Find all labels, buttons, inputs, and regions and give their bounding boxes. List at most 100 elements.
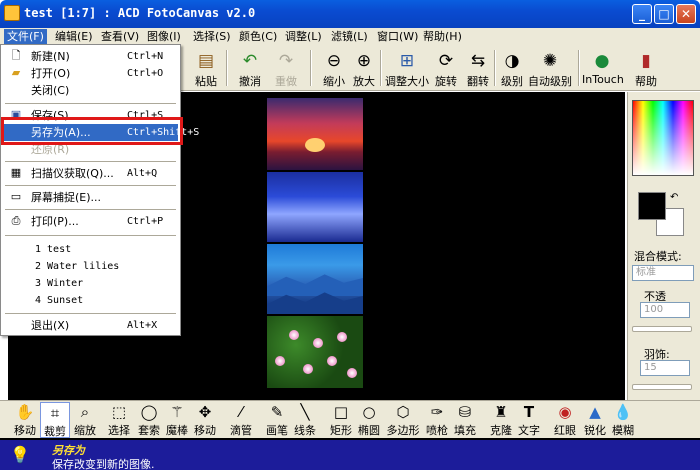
window-title: test [1:7] : ACD FotoCanvas v2.0 <box>24 6 256 20</box>
menu-item-recent-2[interactable]: 2 Water lilies <box>3 258 178 275</box>
menu-separator <box>5 235 176 236</box>
tool-clone[interactable]: ♜ 克隆 <box>486 402 516 438</box>
tool-label: 魔棒 <box>166 424 188 437</box>
foreground-color-swatch[interactable] <box>638 192 666 220</box>
menu-file[interactable]: 文件(F) <box>4 29 47 44</box>
sun-glow <box>305 138 325 152</box>
blur-icon: 💧 <box>613 403 633 421</box>
tool-label: 填充 <box>454 424 476 437</box>
lasso-icon: ◯ <box>140 403 158 421</box>
tool-airbrush[interactable]: ✑ 喷枪 <box>422 402 452 438</box>
lightbulb-icon: 💡 <box>10 445 30 464</box>
menu-item-recent-1[interactable]: 1 test <box>3 241 178 258</box>
menu-bar: 文件(F) 编辑(E) 查看(V) 图像(I) 选择(S) 颜色(C) 调整(L… <box>0 28 700 45</box>
levels-button[interactable]: ◑ 级别 <box>492 48 532 88</box>
menu-help[interactable]: 帮助(H) <box>420 29 465 44</box>
menu-view[interactable]: 查看(V) <box>98 29 142 44</box>
hand-icon: ✋ <box>15 403 35 421</box>
toolbar-separator <box>310 50 312 86</box>
undo-button[interactable]: ↶ 撤消 <box>230 48 270 88</box>
menu-select[interactable]: 选择(S) <box>190 29 234 44</box>
eyedropper-icon: ⁄ <box>239 403 243 421</box>
toolbar-separator <box>380 50 382 86</box>
line-icon: ╲ <box>300 403 310 421</box>
status-description: 保存改变到新的图像. <box>52 458 155 470</box>
feather-slider[interactable] <box>632 384 692 390</box>
menu-separator <box>5 161 176 162</box>
redo-button[interactable]: ↷ 重做 <box>266 48 306 88</box>
resize-button[interactable]: ⊞ 调整大小 <box>384 48 430 88</box>
blend-mode-select[interactable]: 标准 <box>632 265 694 281</box>
tool-move[interactable]: ✥ 移动 <box>190 402 220 438</box>
lily-flower <box>337 332 347 342</box>
lily-flower <box>303 364 313 374</box>
tool-magic-wand[interactable]: ⚚ 魔棒 <box>162 402 192 438</box>
menu-adjust[interactable]: 调整(L) <box>282 29 325 44</box>
recent-file-label: 2 Water lilies <box>35 261 120 272</box>
tool-crop[interactable]: ⌗ 裁剪 <box>40 402 70 438</box>
menu-item-new[interactable]: 🗋 新建(N) Ctrl+N <box>3 48 178 65</box>
menu-item-scanner[interactable]: ▦ 扫描仪获取(Q)... Alt+Q <box>3 165 178 182</box>
auto-levels-button[interactable]: ✺ 自动级别 <box>528 48 572 88</box>
menu-item-screen-capture[interactable]: ▭ 屏幕捕捉(E)... <box>3 189 178 206</box>
rectangle-icon: □ <box>333 403 349 421</box>
close-button[interactable]: ✕ <box>676 4 696 24</box>
menu-item-close[interactable]: 关闭(C) <box>3 82 178 99</box>
tool-select[interactable]: ⬚ 选择 <box>104 402 134 438</box>
menu-window[interactable]: 窗口(W) <box>374 29 421 44</box>
lily-flower <box>327 356 337 366</box>
intouch-button[interactable]: ● InTouch <box>582 48 624 88</box>
swap-colors-icon[interactable]: ↶ <box>670 192 678 203</box>
tool-move-hand[interactable]: ✋ 移动 <box>10 402 40 438</box>
zoom-icon: ⌕ <box>80 403 90 421</box>
tool-polygon[interactable]: ⬡ 多边形 <box>384 402 422 438</box>
scanner-icon: ▦ <box>10 166 22 179</box>
menu-item-label: 新建(N) <box>31 50 70 63</box>
printer-icon: ⎙ <box>11 214 21 227</box>
tool-text[interactable]: T 文字 <box>514 402 544 438</box>
tool-blur[interactable]: 💧 模糊 <box>608 402 638 438</box>
menu-edit[interactable]: 编辑(E) <box>52 29 96 44</box>
opacity-slider[interactable] <box>632 326 692 332</box>
menu-item-recent-4[interactable]: 4 Sunset <box>3 292 178 309</box>
menu-color[interactable]: 颜色(C) <box>236 29 280 44</box>
tool-zoom[interactable]: ⌕ 缩放 <box>70 402 100 438</box>
tool-eyedropper[interactable]: ⁄ 滴管 <box>226 402 256 438</box>
help-button[interactable]: ▮ 帮助 <box>626 48 666 88</box>
opacity-spinner[interactable]: 100 <box>640 302 690 318</box>
menu-filter[interactable]: 滤镜(L) <box>328 29 371 44</box>
tool-red-eye[interactable]: ◉ 红眼 <box>550 402 580 438</box>
tool-line[interactable]: ╲ 线条 <box>290 402 320 438</box>
crop-icon: ⌗ <box>50 404 60 422</box>
menu-item-label: 打开(O) <box>31 67 71 80</box>
new-file-icon: 🗋 <box>11 49 21 62</box>
menu-item-print[interactable]: ⎙ 打印(P)... Ctrl+P <box>3 213 178 230</box>
tools-toolbar: ✋ 移动 ⌗ 裁剪 ⌕ 缩放 ⬚ 选择 ◯ 套索 ⚚ 魔棒 ✥ 移动 ⁄ 滴管 ✎ 画笔 ╲ 线条 … <box>0 400 700 438</box>
tool-lasso[interactable]: ◯ 套索 <box>134 402 164 438</box>
menu-item-recent-3[interactable]: 3 Winter <box>3 275 178 292</box>
tool-label: 多边形 <box>386 424 420 437</box>
tool-ellipse[interactable]: ○ 椭圆 <box>354 402 384 438</box>
resize-label: 调整大小 <box>385 75 429 88</box>
menu-item-open[interactable]: ▰ 打开(O) Ctrl+O <box>3 65 178 82</box>
color-panel: ↶ 混合模式: 标准 不透 100 羽饰: 15 <box>627 92 700 400</box>
paste-button[interactable]: ▤ 粘贴 <box>186 48 226 88</box>
mountain-layer <box>267 274 363 296</box>
tool-fill[interactable]: ⛁ 填充 <box>450 402 480 438</box>
minimize-button[interactable]: _ <box>632 4 652 24</box>
color-spectrum-picker[interactable] <box>632 100 694 176</box>
flip-icon: ⇆ <box>470 51 486 71</box>
tool-label: 模糊 <box>612 424 634 437</box>
menu-item-exit[interactable]: 退出(X) Alt+X <box>3 317 178 334</box>
text-tool-icon: T <box>523 403 535 421</box>
zoom-in-button[interactable]: ⊕ 放大 <box>344 48 384 88</box>
auto-levels-label: 自动级别 <box>528 75 572 88</box>
lily-flower <box>313 338 323 348</box>
tool-brush[interactable]: ✎ 画笔 <box>262 402 292 438</box>
menu-image[interactable]: 图像(I) <box>144 29 184 44</box>
feather-spinner[interactable]: 15 <box>640 360 690 376</box>
maximize-button[interactable]: □ <box>654 4 674 24</box>
tool-rectangle[interactable]: □ 矩形 <box>326 402 356 438</box>
toolbar-separator <box>578 50 580 86</box>
tool-sharpen[interactable]: ▲ 锐化 <box>580 402 610 438</box>
